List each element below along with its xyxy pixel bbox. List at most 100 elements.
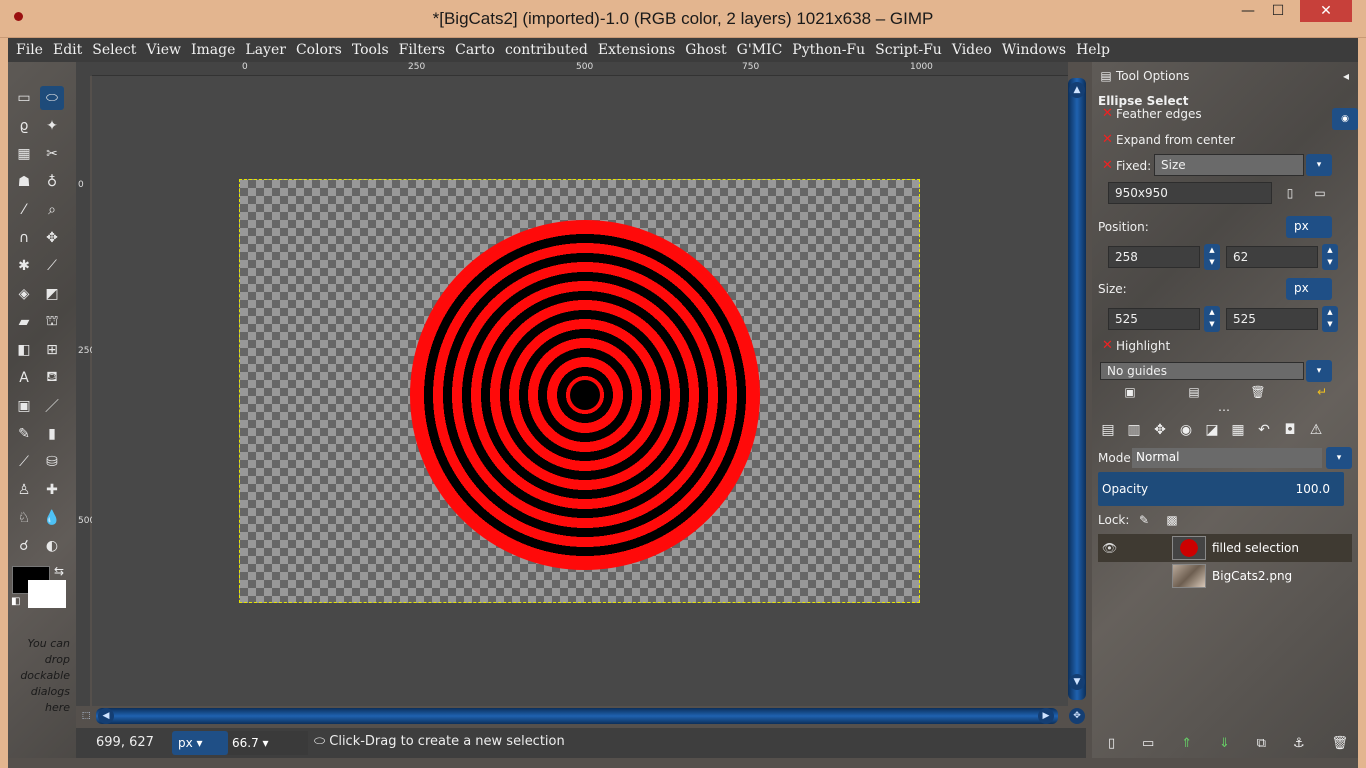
delete-options-icon[interactable]: 🗑 xyxy=(1250,384,1266,400)
menu-script-fu[interactable]: Script-Fu xyxy=(875,42,942,58)
vertical-ruler[interactable]: 0 250 500 xyxy=(76,76,95,706)
crop-icon[interactable]: ⟋ xyxy=(40,254,64,278)
scroll-right-icon[interactable]: ▶ xyxy=(1038,708,1054,724)
menu-colors[interactable]: Colors xyxy=(296,42,342,58)
menu-file[interactable]: File xyxy=(16,42,43,58)
raise-layer-icon[interactable]: ⇑ xyxy=(1181,736,1192,751)
fuzzy-select-icon[interactable]: ✦ xyxy=(40,114,64,138)
expand-from-center-checkbox[interactable]: ✕ xyxy=(1102,132,1113,147)
menu-edit[interactable]: Edit xyxy=(53,42,82,58)
size-unit-select[interactable]: px xyxy=(1286,278,1332,300)
eraser-icon[interactable]: ▮ xyxy=(40,422,64,446)
undo-history-tab-icon[interactable]: ↶ xyxy=(1254,420,1274,440)
lock-pixels-icon[interactable]: ✎ xyxy=(1136,512,1152,528)
ellipse-mode-icon[interactable]: ◉ xyxy=(1332,108,1358,130)
perspective-icon[interactable]: ⛫ xyxy=(40,310,64,334)
scale-icon[interactable]: ◩ xyxy=(40,282,64,306)
close-button[interactable]: ✕ xyxy=(1300,0,1352,22)
new-layer-icon[interactable]: ▯ xyxy=(1108,736,1115,751)
menu-image[interactable]: Image xyxy=(191,42,235,58)
paths-icon[interactable]: ♁ xyxy=(40,170,64,194)
quick-mask-icon[interactable]: ⬚ xyxy=(78,708,94,724)
new-layer-group-icon[interactable]: ▭ xyxy=(1142,736,1154,751)
menu-ghost[interactable]: Ghost xyxy=(685,42,726,58)
scroll-left-icon[interactable]: ◀ xyxy=(98,708,114,724)
navigate-icon[interactable]: ✥ xyxy=(1069,708,1085,724)
landscape-icon[interactable]: ▭ xyxy=(1312,185,1328,201)
dodge-burn-icon[interactable]: ◐ xyxy=(40,534,64,558)
smudge-icon[interactable]: ☌ xyxy=(12,534,36,558)
menu-windows[interactable]: Windows xyxy=(1002,42,1066,58)
layers-tab-icon[interactable]: ▤ xyxy=(1098,420,1118,440)
menu-gmic[interactable]: G'MIC xyxy=(737,42,783,58)
menu-layer[interactable]: Layer xyxy=(245,42,286,58)
size-width-input[interactable]: 525 xyxy=(1108,308,1200,330)
rect-select-icon[interactable]: ▭ xyxy=(12,86,36,110)
guides-dropdown-icon[interactable]: ▾ xyxy=(1306,360,1332,382)
airbrush-icon[interactable]: ⟋ xyxy=(12,450,36,474)
maximize-button[interactable]: ☐ xyxy=(1264,0,1292,22)
visibility-eye-icon[interactable]: 👁 xyxy=(1102,541,1117,555)
zoom-selector[interactable]: 66.7 ▾ xyxy=(228,731,308,755)
highlight-checkbox[interactable]: ✕ xyxy=(1102,338,1113,353)
reset-colors-icon[interactable]: ◧ xyxy=(11,596,20,607)
fixed-mode-dropdown-icon[interactable]: ▾ xyxy=(1306,154,1332,176)
warning-tab-icon[interactable]: ⚠ xyxy=(1306,420,1326,440)
scissors-icon[interactable]: ✂ xyxy=(40,142,64,166)
layer-row[interactable]: BigCats2.png xyxy=(1098,562,1352,590)
gradient-icon[interactable]: ▣ xyxy=(12,394,36,418)
position-y-input[interactable]: 62 xyxy=(1226,246,1318,268)
portrait-icon[interactable]: ▯ xyxy=(1282,185,1298,201)
gradients-tab-icon[interactable]: ▦ xyxy=(1228,420,1248,440)
menu-carto[interactable]: Carto xyxy=(455,42,495,58)
scroll-down-icon[interactable]: ▼ xyxy=(1069,674,1085,690)
vertical-scrollbar[interactable] xyxy=(1068,78,1086,700)
position-unit-select[interactable]: px xyxy=(1286,216,1332,238)
minimize-button[interactable]: — xyxy=(1234,0,1262,22)
align-icon[interactable]: ✱ xyxy=(12,254,36,278)
foreground-select-icon[interactable]: ☗ xyxy=(12,170,36,194)
free-select-icon[interactable]: ϱ xyxy=(12,114,36,138)
size-height-input[interactable]: 525 xyxy=(1226,308,1318,330)
fixed-mode-select[interactable]: Size xyxy=(1154,154,1304,176)
position-x-input[interactable]: 258 xyxy=(1108,246,1200,268)
histogram-tab-icon[interactable]: ◪ xyxy=(1202,420,1222,440)
perspective-clone-icon[interactable]: ♘ xyxy=(12,506,36,530)
bucket-fill-icon[interactable]: ⛾ xyxy=(40,366,64,390)
duplicate-layer-icon[interactable]: ⧉ xyxy=(1257,736,1266,751)
anchor-layer-icon[interactable]: ⚓ xyxy=(1293,736,1305,751)
menu-python-fu[interactable]: Python-Fu xyxy=(792,42,865,58)
measure-icon[interactable]: ∩ xyxy=(12,226,36,250)
menu-help[interactable]: Help xyxy=(1076,42,1110,58)
horizontal-ruler[interactable]: 0 250 500 750 1000 xyxy=(92,62,1068,76)
layer-row[interactable]: 👁 filled selection xyxy=(1098,534,1352,562)
lock-alpha-icon[interactable]: ▩ xyxy=(1164,512,1180,528)
feather-edges-checkbox[interactable]: ✕ xyxy=(1102,106,1113,121)
fixed-size-input[interactable]: 950x950 xyxy=(1108,182,1272,204)
size-height-spinner[interactable]: ▲ ▼ xyxy=(1322,306,1338,332)
delete-layer-icon[interactable]: 🗑 xyxy=(1331,736,1348,751)
menu-video[interactable]: Video xyxy=(952,42,992,58)
clone-icon[interactable]: ♙ xyxy=(12,478,36,502)
heal-icon[interactable]: ✚ xyxy=(40,478,64,502)
dock-menu-icon[interactable]: ◂ xyxy=(1338,68,1354,84)
pencil-icon[interactable]: ／ xyxy=(40,394,64,418)
ellipse-select-icon[interactable]: ⬭ xyxy=(40,86,64,110)
shear-icon[interactable]: ▰ xyxy=(12,310,36,334)
ruler-corner[interactable] xyxy=(76,62,92,76)
ink-icon[interactable]: ⛁ xyxy=(40,450,64,474)
images-tab-icon[interactable]: ◘ xyxy=(1280,420,1300,440)
rotate-icon[interactable]: ◈ xyxy=(12,282,36,306)
menu-tools[interactable]: Tools xyxy=(352,42,389,58)
cage-transform-icon[interactable]: ⊞ xyxy=(40,338,64,362)
opacity-slider[interactable]: Opacity 100.0 xyxy=(1098,472,1344,506)
menu-select[interactable]: Select xyxy=(92,42,136,58)
fixed-checkbox[interactable]: ✕ xyxy=(1102,158,1113,173)
layer-mode-dropdown-icon[interactable]: ▾ xyxy=(1326,447,1352,469)
restore-options-icon[interactable]: ▤ xyxy=(1186,384,1202,400)
blur-icon[interactable]: 💧 xyxy=(40,506,64,530)
color-select-icon[interactable]: ▦ xyxy=(12,142,36,166)
unit-selector[interactable]: px ▾ xyxy=(172,731,228,755)
horizontal-scrollbar[interactable] xyxy=(96,708,1058,724)
position-y-spinner[interactable]: ▲ ▼ xyxy=(1322,244,1338,270)
